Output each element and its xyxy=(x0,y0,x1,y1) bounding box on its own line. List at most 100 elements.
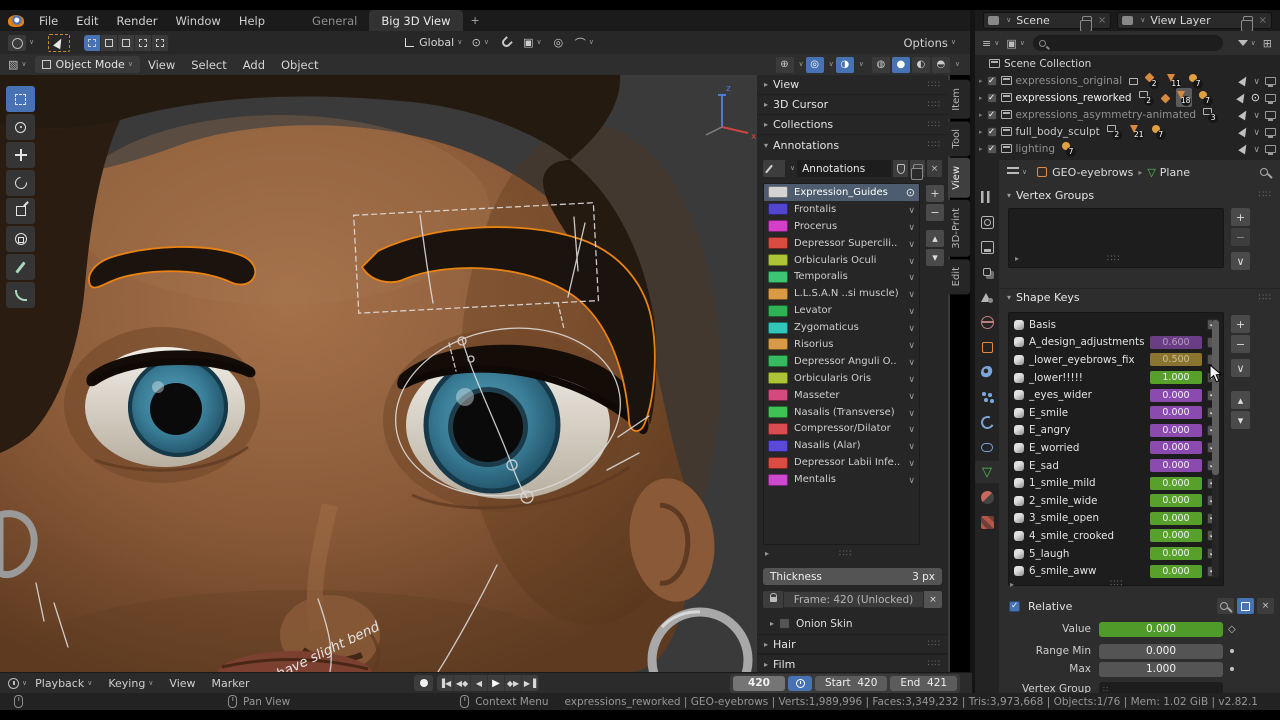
render-visibility-icon[interactable] xyxy=(1265,111,1276,119)
annotation-layer-row[interactable]: Depressor Anguli O.. xyxy=(764,353,919,370)
measure[interactable] xyxy=(6,282,35,308)
range-min-field[interactable]: 0.000 xyxy=(1099,644,1223,659)
shape-key-row[interactable]: _lower!!!!! 1.000 xyxy=(1009,369,1223,387)
layer-color-swatch[interactable] xyxy=(768,271,788,283)
vertex-groups-list[interactable]: ▸ ∷∷ xyxy=(1008,208,1224,268)
rotate[interactable] xyxy=(6,170,35,196)
physics[interactable] xyxy=(975,411,999,433)
shape-key-value-slider[interactable]: 0.000 xyxy=(1150,494,1202,507)
render-visibility-icon[interactable] xyxy=(1265,145,1276,153)
layer-color-swatch[interactable] xyxy=(768,203,788,215)
object-data[interactable] xyxy=(975,461,999,483)
selectable-icon[interactable] xyxy=(1236,92,1248,104)
render-visibility-icon[interactable] xyxy=(1265,94,1276,102)
drag-grip-icon[interactable]: ∷∷ xyxy=(928,140,941,150)
shape-key-value-slider[interactable] xyxy=(1150,318,1202,331)
show-in-edit-mode-button[interactable] xyxy=(1237,598,1254,614)
end-frame-field[interactable]: End 421 xyxy=(890,676,957,691)
layer-visibility-icon[interactable] xyxy=(908,355,915,368)
layer-visibility-icon[interactable] xyxy=(908,406,915,419)
shape-key-value-slider[interactable]: 0.000 xyxy=(1150,459,1202,472)
auto-keyframe-button[interactable] xyxy=(414,675,433,691)
annotation-layer-row[interactable]: Nasalis (Alar) xyxy=(764,437,919,454)
play-button[interactable]: ▶ xyxy=(488,675,505,691)
world[interactable] xyxy=(975,311,999,333)
pivot-point-dropdown[interactable]: ⊙∨ xyxy=(472,36,488,50)
layer-color-swatch[interactable] xyxy=(768,474,788,486)
transform-orientation-dropdown[interactable]: Global ∨ xyxy=(405,36,462,49)
play-reverse-button[interactable]: ◀ xyxy=(471,675,488,691)
layer-visibility-icon[interactable] xyxy=(908,270,915,283)
layer-color-swatch[interactable] xyxy=(768,406,788,418)
selectable-icon[interactable] xyxy=(1239,143,1251,155)
remove-shape-key-button[interactable]: − xyxy=(1231,335,1250,353)
annotation-layer-row[interactable]: Nasalis (Transverse) xyxy=(764,404,919,421)
outliner-collection-row[interactable]: ▸ full_body_sculpt 2 21 7 xyxy=(975,123,1280,140)
scene[interactable] xyxy=(975,286,999,308)
list-expand-arrow[interactable]: ▸ xyxy=(1015,254,1019,263)
timeline-menu[interactable]: Marker∨ xyxy=(204,677,258,690)
drag-grip-icon[interactable]: ∷∷ xyxy=(1259,293,1272,303)
shape-key-value-slider[interactable]: 0.000 xyxy=(1150,389,1202,402)
sidebar-tab[interactable]: 3D-Print xyxy=(948,200,970,257)
expand-arrow-icon[interactable]: ▸ xyxy=(979,94,983,102)
onion-skin-checkbox[interactable] xyxy=(779,618,790,629)
layer-color-swatch[interactable] xyxy=(768,338,788,350)
panel-section-annotations[interactable]: ▾ Annotations∷∷ xyxy=(757,135,948,155)
annotation-layer-row[interactable]: Masseter xyxy=(764,387,919,404)
layer-visibility-icon[interactable] xyxy=(908,254,915,267)
topbar-menu[interactable]: Help xyxy=(230,14,274,28)
unlock-frame-button[interactable] xyxy=(763,591,783,608)
view-layer[interactable] xyxy=(975,261,999,283)
shape-key-value-slider[interactable]: 0.600 xyxy=(1150,336,1202,349)
shape-key-row[interactable]: 3_smile_open 0.000 xyxy=(1009,510,1223,528)
workspace-tab[interactable]: General xyxy=(300,10,369,31)
drag-grip-icon[interactable]: ∷∷ xyxy=(1107,254,1120,264)
layer-visibility-icon[interactable] xyxy=(908,321,915,334)
layer-color-swatch[interactable] xyxy=(768,322,788,334)
move-shape-key-up-button[interactable]: ▴ xyxy=(1231,391,1250,409)
annotation-layer-row[interactable]: L.L.S.A.N ..si muscle) xyxy=(764,285,919,302)
layer-color-swatch[interactable] xyxy=(768,457,788,469)
shape-key-value-slider[interactable]: 0.000 xyxy=(1150,406,1202,419)
search-input[interactable] xyxy=(1033,35,1223,51)
relative-checkbox[interactable] xyxy=(1009,601,1020,612)
select-mode-new[interactable] xyxy=(84,35,101,51)
layer-color-swatch[interactable] xyxy=(768,305,788,317)
list-expand-arrow[interactable]: ▸ xyxy=(1010,580,1014,589)
view-layer-selector[interactable]: ∨ View Layer × xyxy=(1117,12,1272,29)
drag-grip-icon[interactable]: ∷∷ xyxy=(928,80,941,90)
layer-color-swatch[interactable] xyxy=(768,372,788,384)
viewport-menu[interactable]: Add xyxy=(235,58,273,72)
layer-visibility-icon[interactable] xyxy=(908,422,915,435)
value-slider[interactable]: 0.000 xyxy=(1099,622,1223,637)
remove-vertex-group-button[interactable]: − xyxy=(1231,228,1250,246)
scene-selector[interactable]: ∨ Scene × xyxy=(983,12,1111,29)
animate-dot-icon[interactable] xyxy=(1230,649,1234,653)
drag-grip-icon[interactable]: ∷∷ xyxy=(1259,190,1272,200)
timeline-menu[interactable]: View∨ xyxy=(161,677,203,690)
annotate[interactable] xyxy=(6,254,35,280)
selectable-icon[interactable] xyxy=(1239,109,1251,121)
layer-visibility-icon[interactable] xyxy=(908,287,915,300)
next-keyframe-button[interactable]: ◆▶ xyxy=(505,675,522,691)
overlays-dropdown[interactable]: ◎ xyxy=(806,57,824,73)
move[interactable] xyxy=(6,142,35,168)
annotation-pen-icon[interactable] xyxy=(763,160,785,177)
drag-grip-icon[interactable]: ∷∷ xyxy=(928,659,941,669)
outliner-collection-row[interactable]: ▸ expressions_reworked 2 18 7 xyxy=(975,89,1280,106)
breadcrumb-object[interactable]: GEO-eyebrows xyxy=(1052,166,1133,179)
annotation-layer-row[interactable]: Frontalis xyxy=(764,201,919,218)
shape-key-row[interactable]: 2_smile_wide 0.000 xyxy=(1009,492,1223,510)
layer-visibility-icon[interactable] xyxy=(906,186,915,199)
list-expand-arrow[interactable]: ▸ xyxy=(765,549,769,558)
move-layer-up-button[interactable]: ▴ xyxy=(926,230,944,247)
active-tool-indicator[interactable] xyxy=(48,34,70,52)
snap-toggle[interactable] xyxy=(498,36,514,50)
shape-key-specials-button[interactable]: ∨ xyxy=(1231,359,1250,377)
move-shape-key-down-button[interactable]: ▾ xyxy=(1231,411,1250,429)
datablock-name-field[interactable]: Annotations xyxy=(797,160,891,177)
annotation-layer-row[interactable]: Levator xyxy=(764,302,919,319)
layer-visibility-icon[interactable] xyxy=(908,439,915,452)
scale[interactable] xyxy=(6,198,35,224)
